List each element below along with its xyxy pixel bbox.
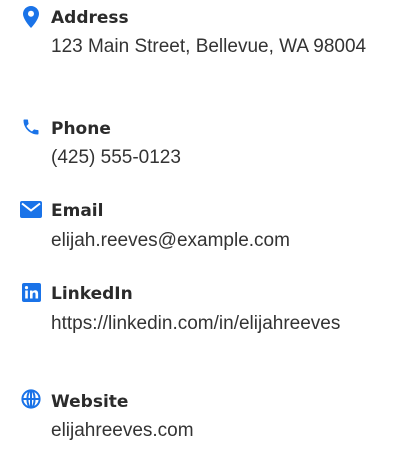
linkedin-icon bbox=[16, 279, 46, 305]
website-value[interactable]: elijahreeves.com bbox=[51, 417, 376, 444]
email-value[interactable]: elijah.reeves@example.com bbox=[51, 227, 376, 254]
email-label: Email bbox=[51, 201, 104, 221]
map-pin-icon bbox=[16, 4, 46, 30]
phone-value[interactable]: (425) 555-0123 bbox=[51, 144, 376, 171]
globe-icon bbox=[16, 386, 46, 412]
phone-label: Phone bbox=[51, 119, 111, 139]
website-label: Website bbox=[51, 392, 129, 412]
phone-icon bbox=[16, 114, 46, 140]
envelope-icon bbox=[16, 196, 46, 222]
linkedin-label: LinkedIn bbox=[51, 284, 133, 304]
address-value: 123 Main Street, Bellevue, WA 98004 bbox=[51, 36, 367, 57]
linkedin-value[interactable]: https://linkedin.com/in/elijahreeves bbox=[51, 310, 376, 337]
address-label: Address bbox=[51, 8, 129, 28]
